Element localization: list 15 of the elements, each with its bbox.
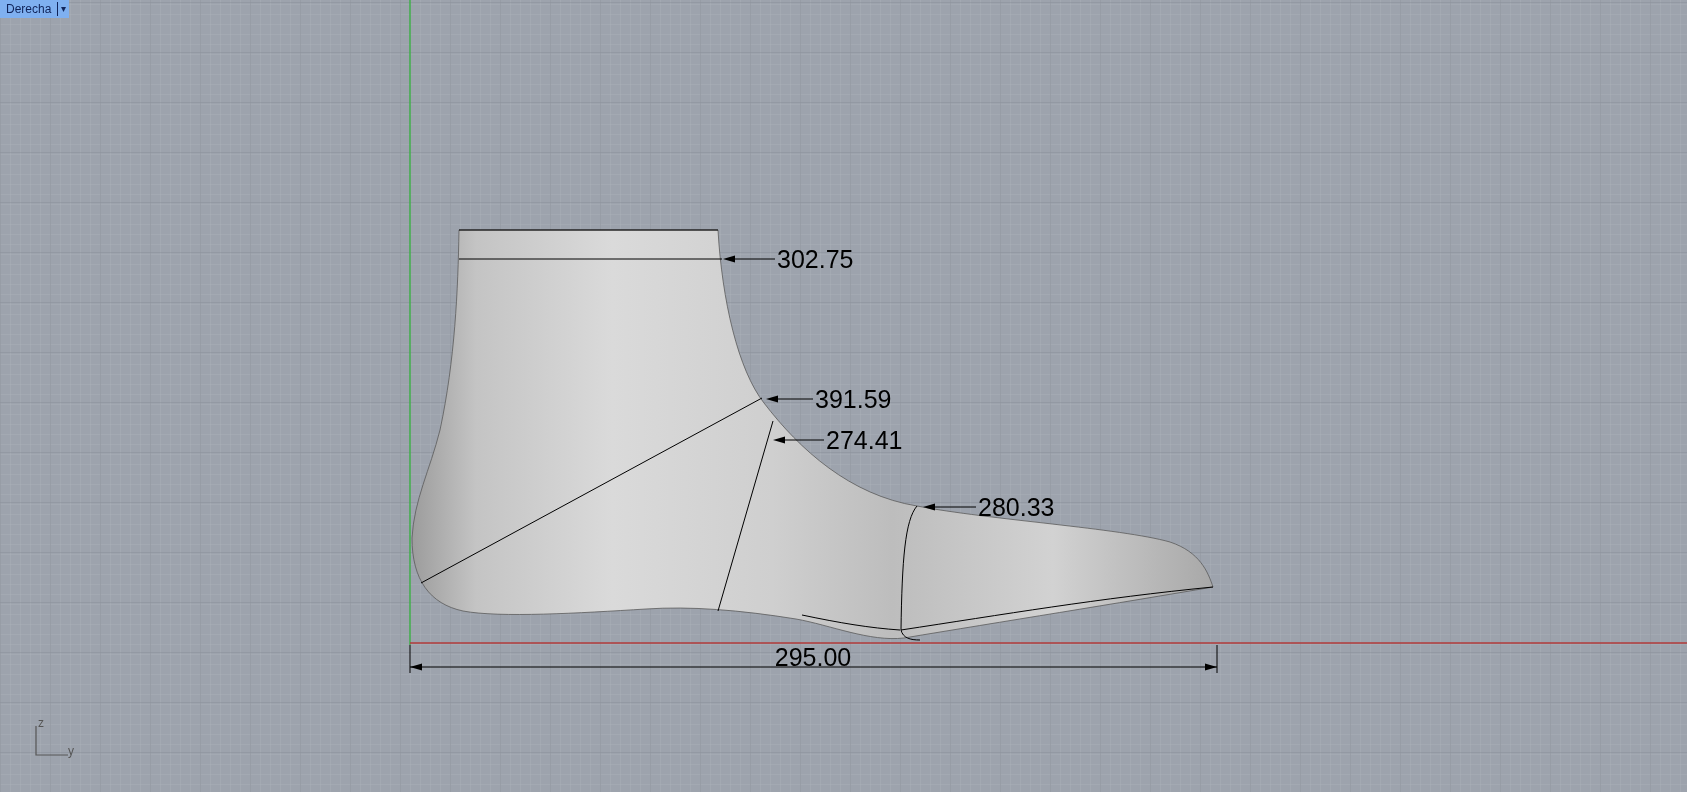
dimension-text: 391.59 — [815, 385, 892, 413]
axis-label: y — [68, 744, 74, 758]
axis-label: z — [38, 716, 44, 730]
leader-line — [773, 436, 825, 444]
dimension-text: 302.75 — [777, 245, 854, 273]
dimension-text: 295.00 — [774, 643, 852, 671]
axis-icon — [35, 725, 69, 756]
viewport-title-tab[interactable]: Derecha ▾ — [0, 0, 70, 18]
dimension-text: 280.33 — [978, 493, 1055, 521]
leader-line — [723, 255, 776, 263]
leader-line — [923, 503, 977, 511]
leader-line — [766, 395, 814, 403]
viewport[interactable]: 302.75 391.59 274.41 280.33 295.00 z y Derecha ▾ — [0, 0, 1687, 792]
dimension-text: 274.41 — [826, 426, 903, 454]
viewport-title: Derecha — [5, 1, 53, 18]
